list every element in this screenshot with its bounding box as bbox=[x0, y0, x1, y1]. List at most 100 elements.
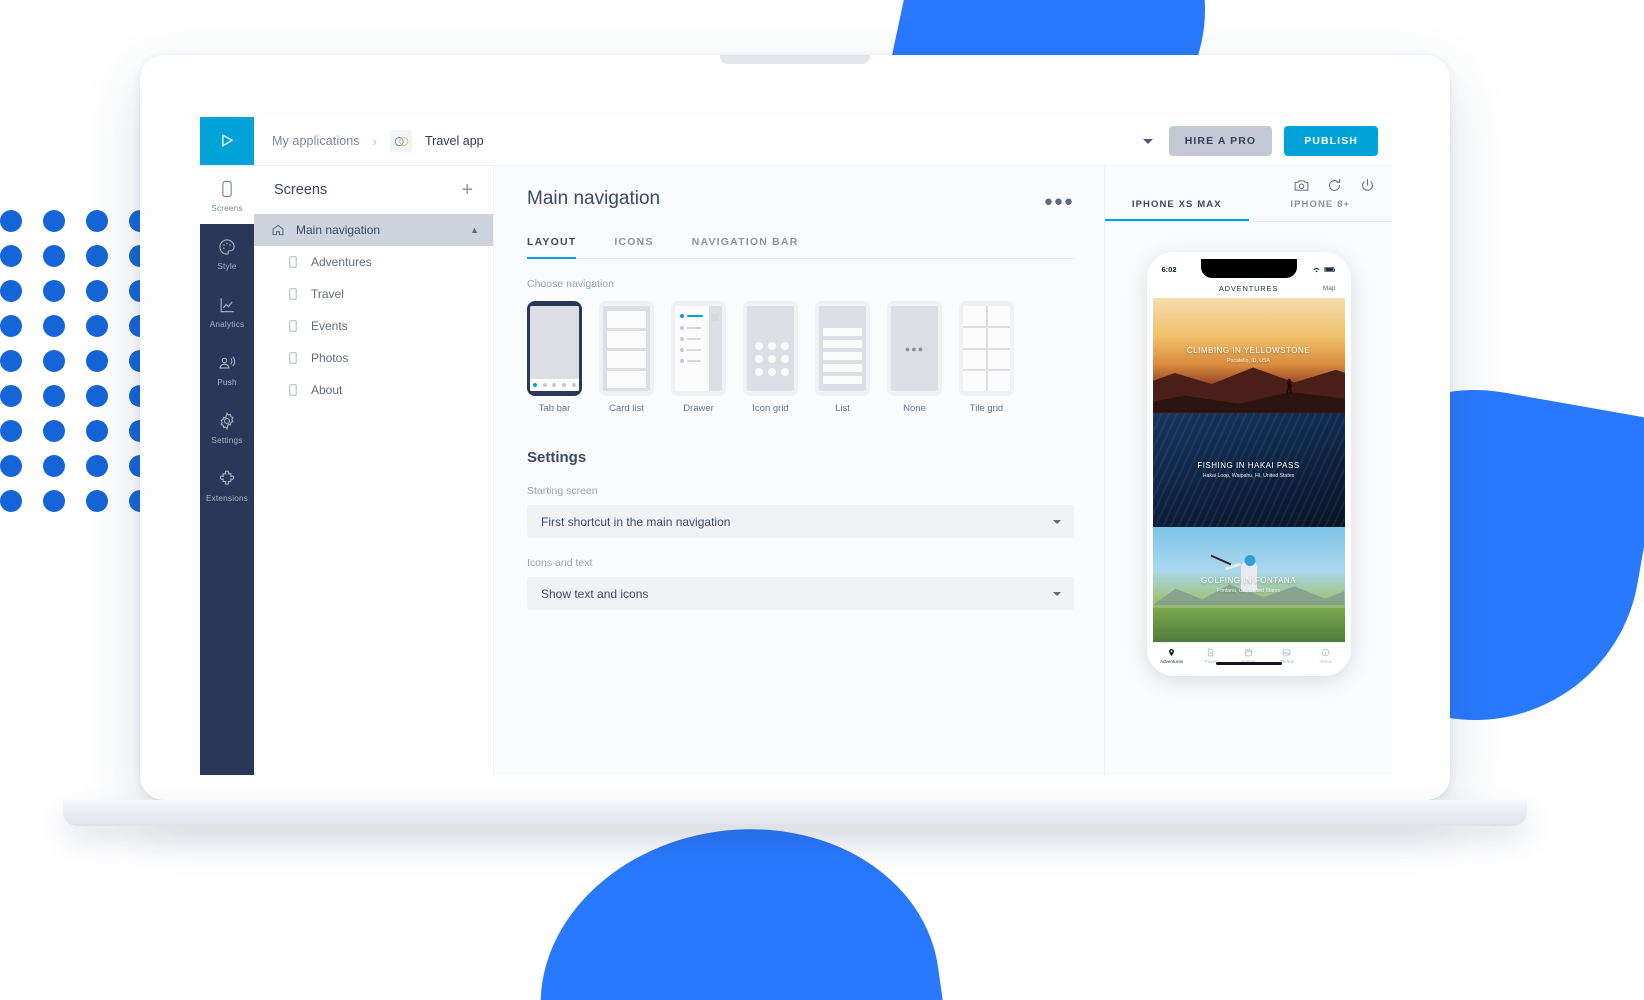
nav-option-card-list[interactable]: Card list bbox=[599, 301, 654, 414]
tab-navigation-bar[interactable]: NAVIGATION BAR bbox=[692, 236, 799, 259]
icons-and-text-value: Show text and icons bbox=[541, 586, 649, 601]
laptop-screen: My applications › Travel app HIRE A PRO … bbox=[200, 117, 1392, 775]
chevron-up-icon[interactable]: ▲ bbox=[470, 225, 479, 235]
breadcrumb: My applications › Travel app bbox=[254, 117, 1139, 165]
phone-card-fishing[interactable]: FISHING IN HAKAI PASS Hakai Loop, Waipah… bbox=[1152, 412, 1345, 528]
screens-icon bbox=[222, 180, 232, 198]
phone-tab-about[interactable]: About bbox=[1306, 648, 1344, 664]
decorative-blob-bottom bbox=[518, 803, 962, 1000]
status-icons bbox=[1312, 266, 1336, 273]
nav-option-tile-grid[interactable]: Tile grid bbox=[959, 301, 1014, 414]
tab-icons[interactable]: ICONS bbox=[614, 236, 653, 259]
screen-item-about[interactable]: About bbox=[254, 374, 493, 406]
info-circle-icon bbox=[1321, 649, 1330, 657]
card-subtitle: Fontana, CA, United States bbox=[1216, 587, 1281, 594]
rail-item-push[interactable]: Push bbox=[200, 340, 254, 398]
phone-tab-label: About bbox=[1319, 658, 1332, 664]
navigation-options: Tab bar Card list Drawer Icon grid List … bbox=[527, 301, 1074, 414]
rail-label-extensions: Extensions bbox=[205, 494, 249, 503]
card-title: FISHING IN HAKAI PASS bbox=[1197, 461, 1300, 470]
rail-item-extensions[interactable]: Extensions bbox=[200, 456, 254, 514]
nav-option-thumb bbox=[815, 301, 870, 396]
breadcrumb-separator-icon: › bbox=[372, 133, 377, 149]
icons-and-text-label: Icons and text bbox=[527, 557, 593, 569]
rail-item-analytics[interactable]: Analytics bbox=[200, 282, 254, 340]
rail-item-screens[interactable]: Screens bbox=[200, 166, 254, 224]
rail-label-analytics: Analytics bbox=[209, 320, 245, 329]
screen-label: Travel bbox=[311, 287, 344, 301]
settings-section-title: Settings bbox=[527, 449, 587, 466]
screen-label: About bbox=[311, 383, 343, 397]
tab-layout[interactable]: LAYOUT bbox=[527, 236, 577, 259]
screen-item-photos[interactable]: Photos bbox=[254, 342, 493, 374]
laptop-base bbox=[63, 800, 1527, 826]
nav-option-label: Tab bar bbox=[538, 403, 571, 414]
rail-item-settings[interactable]: Settings bbox=[200, 398, 254, 456]
phone-card-golfing[interactable]: GOLFING IN FONTANA Fontana, CA, United S… bbox=[1152, 527, 1345, 642]
push-notification-icon bbox=[219, 356, 236, 369]
power-icon[interactable] bbox=[1359, 177, 1376, 194]
analytics-chart-icon bbox=[220, 298, 234, 313]
nav-option-tab-bar[interactable]: Tab bar bbox=[527, 301, 582, 414]
breadcrumb-my-applications[interactable]: My applications bbox=[272, 134, 360, 148]
navbar-title: ADVENTURES bbox=[1218, 284, 1279, 293]
nav-option-label: Icon grid bbox=[752, 403, 789, 414]
more-horizontal-icon: ●●● bbox=[904, 343, 925, 354]
home-indicator bbox=[1215, 662, 1282, 665]
phone-tab-label: Photos bbox=[1279, 658, 1295, 664]
card-subtitle: Pocatello, ID, USA bbox=[1227, 358, 1270, 365]
chevron-down-icon bbox=[1053, 591, 1061, 596]
hire-a-pro-button[interactable]: HIRE A PRO bbox=[1168, 126, 1273, 156]
more-horizontal-icon[interactable]: ●●● bbox=[1044, 188, 1074, 209]
nav-option-thumb bbox=[671, 301, 726, 396]
phone-card-list: CLIMBING IN YELLOWSTONE Pocatello, ID, U… bbox=[1152, 298, 1345, 642]
nav-option-icon-grid[interactable]: Icon grid bbox=[743, 301, 798, 414]
palette-icon bbox=[219, 239, 235, 255]
nav-option-thumb bbox=[527, 301, 582, 396]
nav-option-label: Card list bbox=[609, 403, 644, 414]
nav-option-label: List bbox=[835, 403, 850, 414]
top-bar-actions: HIRE A PRO PUBLISH bbox=[1139, 117, 1392, 165]
navbar-map-action[interactable]: Map bbox=[1323, 285, 1336, 292]
screen-icon bbox=[289, 256, 297, 268]
rail-label-push: Push bbox=[217, 378, 237, 387]
play-triangle-logo-icon[interactable] bbox=[200, 117, 254, 165]
screens-panel-header: Screens + bbox=[254, 166, 493, 214]
screens-panel: Screens + Main navigation ▲ Adventures T… bbox=[254, 166, 494, 775]
phone-notch bbox=[1200, 259, 1297, 278]
photo-icon bbox=[1283, 649, 1291, 656]
screen-icon bbox=[289, 320, 297, 332]
screen-item-adventures[interactable]: Adventures bbox=[254, 246, 493, 278]
phone-preview-wrap: 6:02 ADVENTURES Map CLIMBING IN YELLOWST… bbox=[1105, 222, 1392, 676]
screen-label: Photos bbox=[311, 351, 349, 365]
nav-option-thumb: ●●● bbox=[887, 301, 942, 396]
starting-screen-label: Starting screen bbox=[527, 485, 598, 497]
card-subtitle: Hakai Loop, Waipahu, HI, United States bbox=[1202, 473, 1295, 479]
starting-screen-select[interactable]: First shortcut in the main navigation bbox=[527, 505, 1074, 538]
screen-item-travel[interactable]: Travel bbox=[254, 278, 493, 310]
top-bar: My applications › Travel app HIRE A PRO … bbox=[200, 117, 1392, 166]
nav-option-thumb bbox=[599, 301, 654, 396]
refresh-icon[interactable] bbox=[1326, 177, 1343, 194]
phone-card-climbing[interactable]: CLIMBING IN YELLOWSTONE Pocatello, ID, U… bbox=[1152, 298, 1345, 413]
nav-option-none[interactable]: ●●● None bbox=[887, 301, 942, 414]
rail-item-style[interactable]: Style bbox=[200, 224, 254, 282]
plus-icon[interactable]: + bbox=[461, 180, 473, 200]
screen-item-main-navigation[interactable]: Main navigation ▲ bbox=[254, 214, 493, 246]
card-title: GOLFING IN FONTANA bbox=[1200, 575, 1297, 585]
breadcrumb-app-name[interactable]: Travel app bbox=[425, 134, 484, 148]
tab-iphone-xs-max[interactable]: IPHONE XS MAX bbox=[1105, 199, 1249, 221]
tab-iphone-8-plus[interactable]: IPHONE 8+ bbox=[1249, 199, 1393, 221]
nav-option-drawer[interactable]: Drawer bbox=[671, 301, 726, 414]
screen-label: Adventures bbox=[311, 255, 372, 269]
camera-icon[interactable] bbox=[1293, 177, 1310, 194]
screen-icon bbox=[289, 288, 297, 300]
phone-tab-adventures[interactable]: Adventures bbox=[1153, 648, 1191, 664]
screen-icon bbox=[289, 352, 297, 364]
chevron-down-icon[interactable] bbox=[1139, 132, 1157, 150]
icons-and-text-select[interactable]: Show text and icons bbox=[527, 577, 1074, 610]
publish-button[interactable]: PUBLISH bbox=[1284, 126, 1378, 156]
nav-option-list[interactable]: List bbox=[815, 301, 870, 414]
nav-option-label: None bbox=[903, 403, 926, 414]
screen-item-events[interactable]: Events bbox=[254, 310, 493, 342]
